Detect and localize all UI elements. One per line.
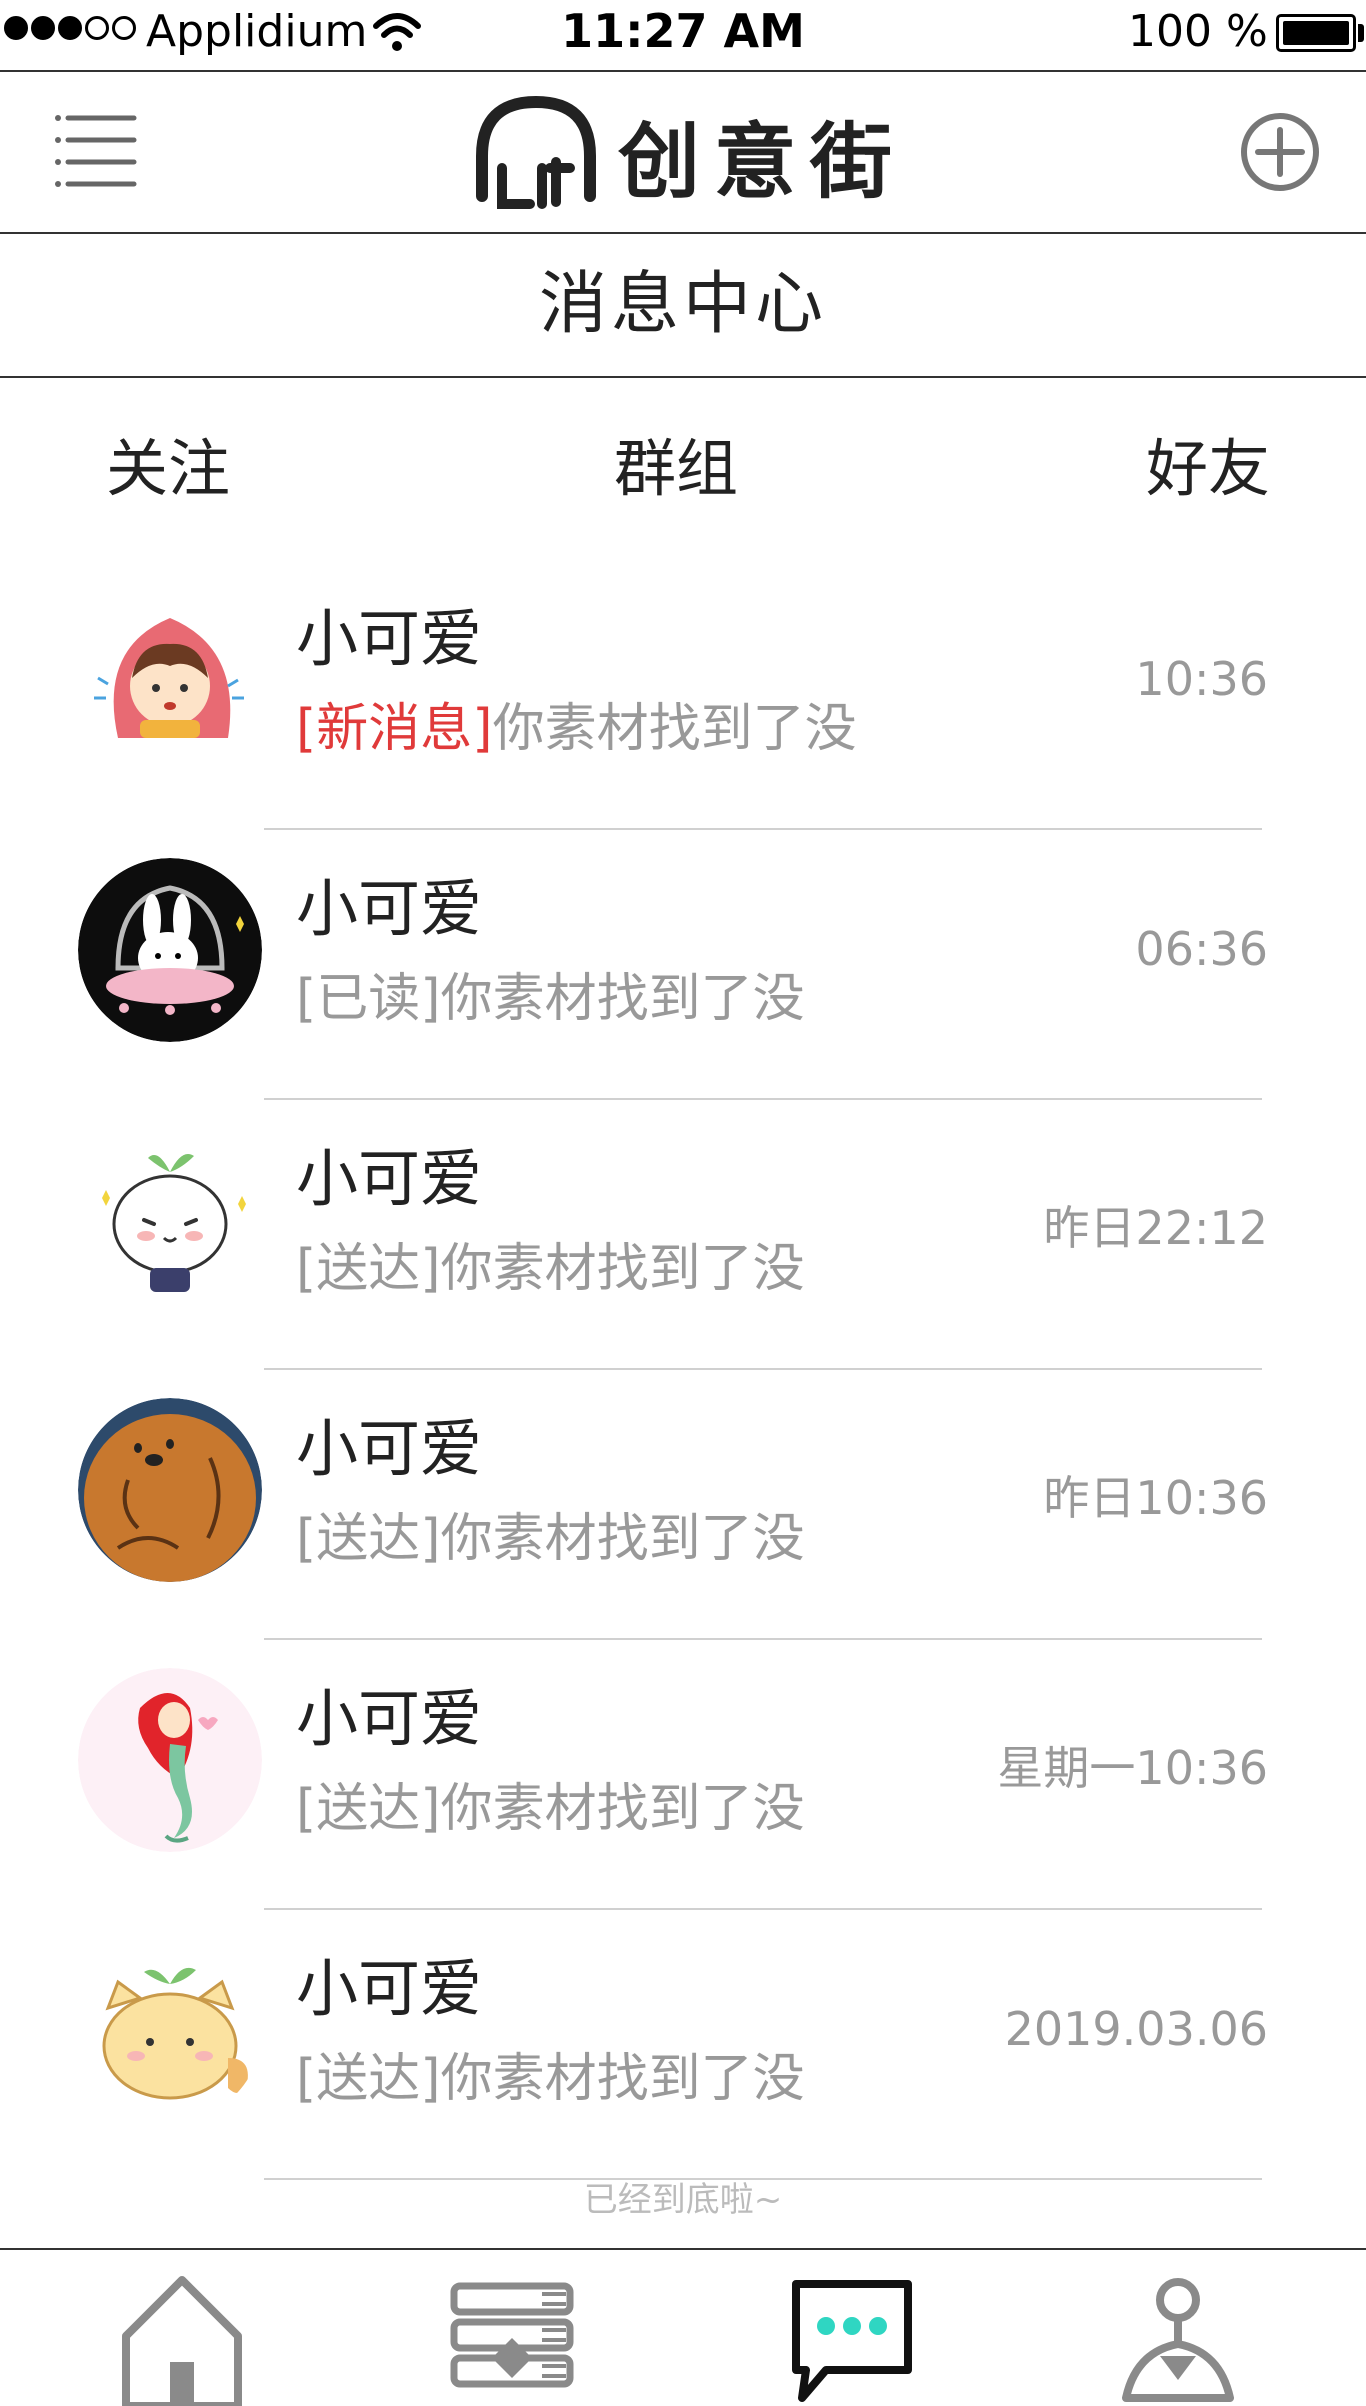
home-icon (122, 2276, 242, 2406)
app-header: 创意街 (0, 72, 1366, 234)
message-time: 10:36 (1135, 652, 1268, 706)
message-status: [已读] (296, 969, 441, 1029)
mermaid-avatar (78, 1668, 262, 1852)
message-preview: [送达]你素材找到了没 (296, 2036, 805, 2111)
status-bar: Applidium 11:27 AM 100 % (0, 0, 1366, 72)
books-icon (450, 2282, 574, 2388)
tab-friends[interactable]: 好友 (1146, 418, 1270, 508)
message-time: 星期一10:36 (997, 1741, 1268, 1795)
add-button[interactable] (1238, 110, 1322, 194)
battery-percentage: 100 % (1128, 6, 1268, 57)
app-logo: 创意街 (472, 92, 912, 222)
list-item[interactable]: 小可爱 [新消息]你素材找到了没 10:36 (0, 560, 1366, 830)
chat-bubble-icon (792, 2280, 912, 2402)
menu-button[interactable] (54, 110, 140, 192)
message-time: 昨日22:12 (1043, 1201, 1268, 1255)
message-time: 昨日10:36 (1043, 1471, 1268, 1525)
plus-circle-icon (1241, 113, 1319, 191)
list-item[interactable]: 小可爱 [送达]你素材找到了没 昨日10:36 (0, 1370, 1366, 1640)
message-list: 小可爱 [新消息]你素材找到了没 10:36 小可爱 [已读]你素材找到了没 0… (0, 560, 1366, 2180)
end-of-list-note: 已经到底啦~ (583, 2180, 783, 2220)
list-item[interactable]: 小可爱 [送达]你素材找到了没 2019.03.06 (0, 1910, 1366, 2180)
message-preview: [送达]你素材找到了没 (296, 1496, 805, 1571)
message-preview: [新消息]你素材找到了没 (296, 686, 857, 761)
message-text: 你素材找到了没 (440, 969, 805, 1029)
nav-library[interactable] (442, 2274, 582, 2406)
message-text: 你素材找到了没 (440, 2049, 805, 2109)
cat-sprout-avatar (78, 1938, 262, 2122)
message-status: [送达] (296, 1509, 441, 1569)
tab-follow[interactable]: 关注 (106, 418, 230, 508)
contact-name: 小可爱 (296, 1952, 483, 2025)
profile-icon (1122, 2278, 1234, 2402)
tab-group[interactable]: 群组 (614, 418, 738, 508)
list-item[interactable]: 小可爱 [已读]你素材找到了没 06:36 (0, 830, 1366, 1100)
list-item[interactable]: 小可爱 [送达]你素材找到了没 昨日22:12 (0, 1100, 1366, 1370)
bottom-nav (0, 2248, 1366, 2406)
message-time: 06:36 (1135, 922, 1268, 976)
nav-profile[interactable] (1108, 2274, 1248, 2406)
nav-messages[interactable] (782, 2274, 922, 2406)
message-preview: [已读]你素材找到了没 (296, 956, 805, 1031)
list-item[interactable]: 小可爱 [送达]你素材找到了没 星期一10:36 (0, 1640, 1366, 1910)
contact-name: 小可爱 (296, 872, 483, 945)
bear-avatar (78, 1398, 262, 1582)
nav-home[interactable] (112, 2274, 252, 2406)
logo-text: 创意街 (617, 115, 906, 210)
contact-name: 小可爱 (296, 1682, 483, 1755)
battery-tip (1358, 24, 1364, 42)
message-text: 你素材找到了没 (440, 1509, 805, 1569)
message-text: 你素材找到了没 (440, 1779, 805, 1839)
contact-name: 小可爱 (296, 1142, 483, 1215)
bunny-avatar (78, 858, 262, 1042)
message-text: 你素材找到了没 (492, 699, 857, 759)
message-preview: [送达]你素材找到了没 (296, 1226, 805, 1301)
battery-icon (1276, 14, 1356, 52)
message-status: [送达] (296, 2049, 441, 2109)
page-title: 消息中心 (0, 234, 1366, 378)
girl-hood-avatar (78, 588, 262, 772)
headphone-logo-icon (476, 95, 596, 209)
message-status: [新消息] (296, 699, 493, 759)
message-status: [送达] (296, 1779, 441, 1839)
hamburger-icon (55, 115, 137, 187)
message-text: 你素材找到了没 (440, 1239, 805, 1299)
sprout-bun-avatar (78, 1128, 262, 1312)
message-time: 2019.03.06 (1004, 2002, 1268, 2056)
contact-name: 小可爱 (296, 1412, 483, 1485)
message-preview: [送达]你素材找到了没 (296, 1766, 805, 1841)
message-status: [送达] (296, 1239, 441, 1299)
contact-name: 小可爱 (296, 602, 483, 675)
